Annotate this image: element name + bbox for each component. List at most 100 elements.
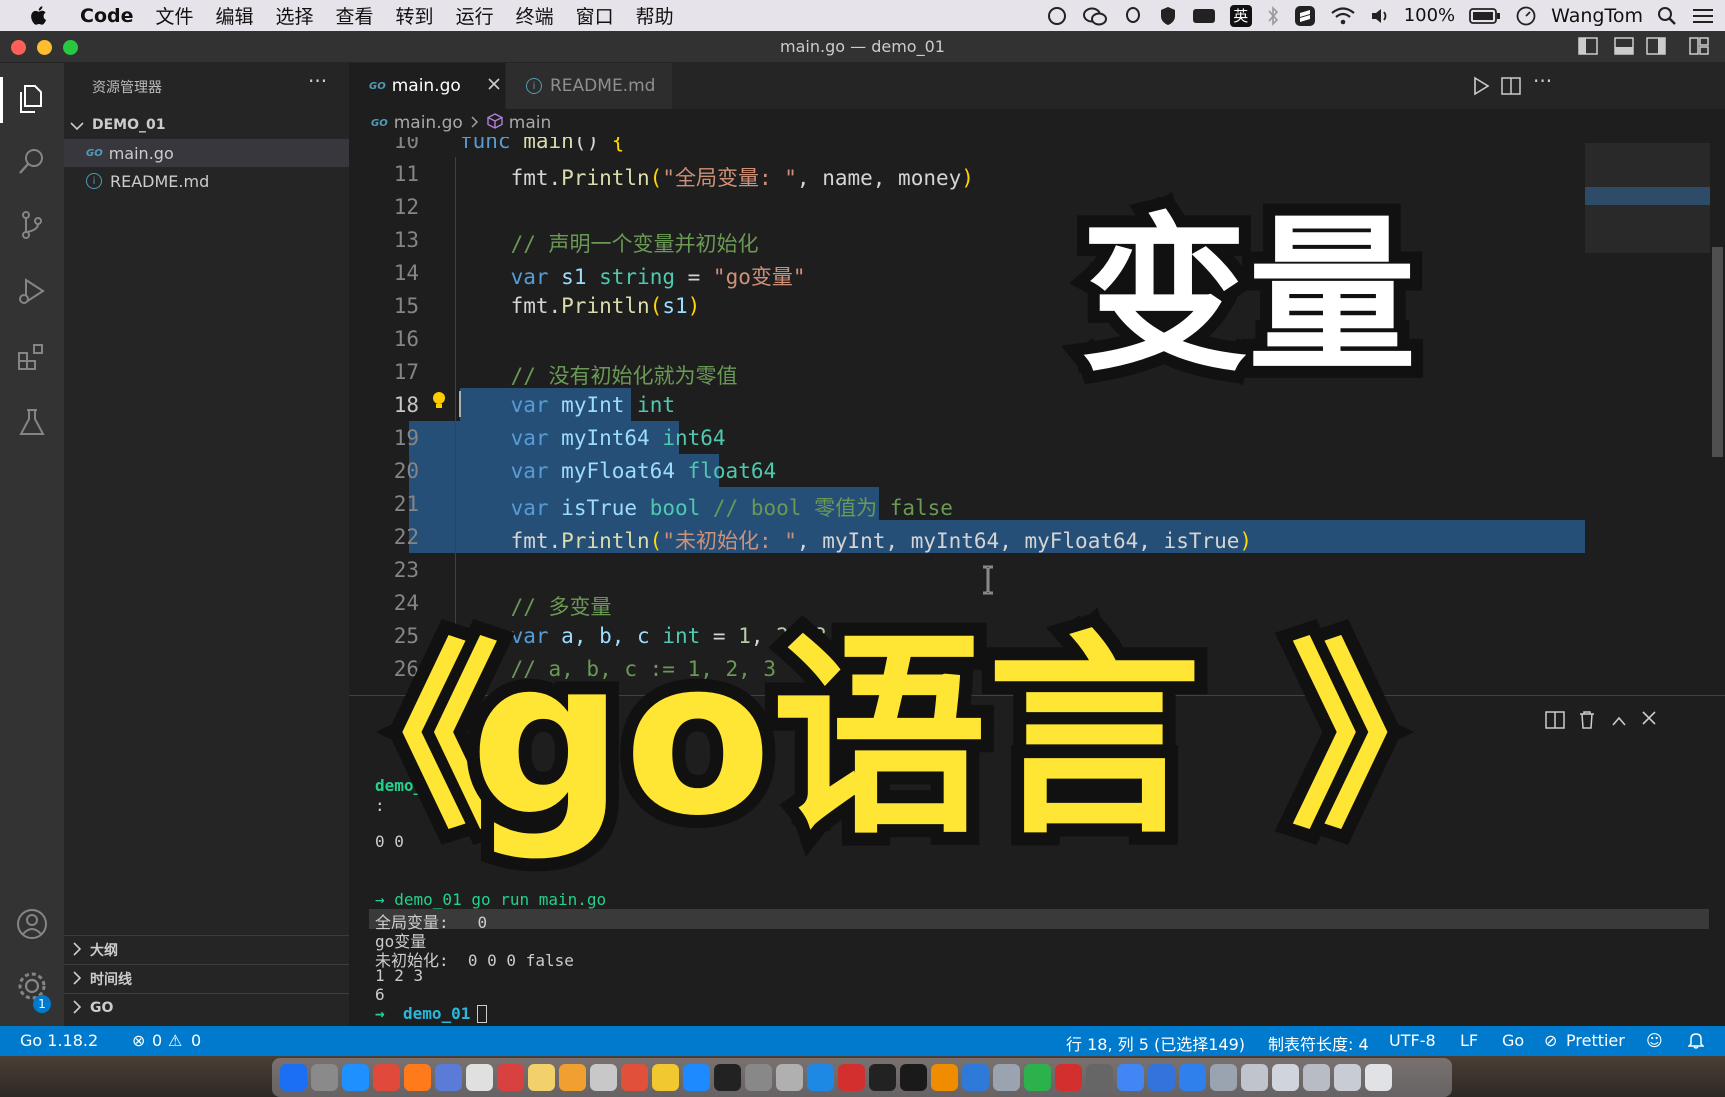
- breadcrumb-file[interactable]: main.go: [394, 113, 463, 133]
- file-item-main-go[interactable]: GO main.go: [64, 139, 349, 167]
- code-line[interactable]: 20 var myFloat64 float64: [349, 454, 1589, 487]
- code-line[interactable]: 21 var isTrue bool // bool 零值为 false: [349, 487, 1589, 520]
- feedback-icon[interactable]: ☺: [1646, 1031, 1663, 1050]
- dock-app-icon[interactable]: [1148, 1064, 1175, 1091]
- code-line[interactable]: 19 var myInt64 int64: [349, 421, 1589, 454]
- dock-app-icon[interactable]: [1086, 1064, 1113, 1091]
- dock-app-icon[interactable]: [838, 1064, 865, 1091]
- section-outline[interactable]: 大纲: [64, 936, 349, 964]
- prettier-check-icon[interactable]: ⊘: [1544, 1031, 1557, 1050]
- ime-indicator[interactable]: 英: [1229, 4, 1252, 27]
- dock-app-icon[interactable]: [1055, 1064, 1082, 1091]
- dock-app-icon[interactable]: [869, 1064, 896, 1091]
- sublime-icon[interactable]: [1294, 5, 1316, 27]
- dock-app-icon[interactable]: [497, 1064, 524, 1091]
- dock-app-icon[interactable]: [404, 1064, 431, 1091]
- dock-app-icon[interactable]: [1303, 1064, 1330, 1091]
- dock-app-icon[interactable]: [900, 1064, 927, 1091]
- toggle-sidebar-icon[interactable]: [1578, 37, 1598, 59]
- dock-app-icon[interactable]: [559, 1064, 586, 1091]
- battery-icon[interactable]: [1469, 7, 1501, 25]
- accounts-icon[interactable]: [14, 906, 50, 942]
- editor-scrollbar[interactable]: [1710, 137, 1725, 695]
- dock-app-icon[interactable]: [590, 1064, 617, 1091]
- dock-app-icon[interactable]: [466, 1064, 493, 1091]
- cursor-position[interactable]: 行 18, 列 5 (已选择149): [1066, 1031, 1245, 1055]
- tab-size[interactable]: 制表符长度: 4: [1268, 1031, 1369, 1055]
- code-line[interactable]: 23: [349, 553, 1589, 586]
- clock-icon[interactable]: [1515, 5, 1537, 27]
- dock-app-icon[interactable]: [1024, 1064, 1051, 1091]
- search-icon[interactable]: [14, 143, 50, 179]
- dock-app-icon[interactable]: [311, 1064, 338, 1091]
- code-line[interactable]: 10 func main() {: [349, 137, 1589, 157]
- dock-app-icon[interactable]: [745, 1064, 772, 1091]
- breadcrumb-symbol[interactable]: main: [509, 113, 551, 133]
- dock-app-icon[interactable]: [280, 1064, 307, 1091]
- user-name[interactable]: WangTom: [1551, 5, 1643, 27]
- split-terminal-icon[interactable]: [1545, 710, 1565, 734]
- dock-app-icon[interactable]: [1179, 1064, 1206, 1091]
- close-icon[interactable]: [487, 76, 501, 96]
- dock-app-icon[interactable]: [1272, 1064, 1299, 1091]
- more-actions-icon[interactable]: ···: [308, 69, 327, 93]
- openai-icon[interactable]: [1046, 5, 1068, 27]
- volume-icon[interactable]: [1370, 6, 1390, 26]
- code-line[interactable]: 11 fmt.Println("全局变量: ", name, money): [349, 157, 1589, 190]
- go-version[interactable]: Go 1.18.2: [20, 1031, 98, 1050]
- wechat-icon[interactable]: [1082, 5, 1108, 27]
- dock-app-icon[interactable]: [1334, 1064, 1361, 1091]
- dock-app-icon[interactable]: [1241, 1064, 1268, 1091]
- source-control-icon[interactable]: [14, 207, 50, 243]
- control-center-icon[interactable]: [1691, 6, 1715, 26]
- run-debug-icon[interactable]: [14, 273, 50, 309]
- shield-icon[interactable]: [1158, 5, 1178, 27]
- spotlight-search-icon[interactable]: [1657, 6, 1677, 26]
- close-panel-icon[interactable]: [1641, 710, 1657, 730]
- dock-app-icon[interactable]: [528, 1064, 555, 1091]
- run-file-icon[interactable]: [1472, 76, 1490, 100]
- dock-app-icon[interactable]: [1210, 1064, 1237, 1091]
- dock-app-icon[interactable]: [342, 1064, 369, 1091]
- menu-window[interactable]: 窗口: [576, 2, 614, 29]
- dock-app-icon[interactable]: [683, 1064, 710, 1091]
- dock-app-icon[interactable]: [962, 1064, 989, 1091]
- menu-view[interactable]: 查看: [336, 2, 374, 29]
- menu-go[interactable]: 转到: [396, 2, 434, 29]
- apple-icon[interactable]: [28, 5, 48, 27]
- dock-app-icon[interactable]: [1117, 1064, 1144, 1091]
- tab-main-go[interactable]: GO main.go: [349, 63, 505, 109]
- dock-app-icon[interactable]: [435, 1064, 462, 1091]
- minimap[interactable]: [1585, 137, 1710, 695]
- error-icon[interactable]: ⊗: [132, 1031, 145, 1050]
- dock-app-icon[interactable]: [373, 1064, 400, 1091]
- language-mode[interactable]: Go: [1502, 1031, 1524, 1050]
- lightbulb-icon[interactable]: [431, 390, 447, 417]
- warning-icon[interactable]: ⚠: [168, 1031, 182, 1050]
- error-count[interactable]: 0: [152, 1031, 162, 1050]
- menu-edit[interactable]: 编辑: [216, 2, 254, 29]
- dock-app-icon[interactable]: [714, 1064, 741, 1091]
- testing-icon[interactable]: [14, 405, 50, 441]
- menu-app-name[interactable]: Code: [80, 5, 133, 27]
- keyboard-icon[interactable]: [1192, 7, 1216, 25]
- dock-app-icon[interactable]: [807, 1064, 834, 1091]
- toggle-secondary-sidebar-icon[interactable]: [1646, 37, 1666, 59]
- dock-app-icon[interactable]: [776, 1064, 803, 1091]
- folder-demo01[interactable]: DEMO_01: [64, 111, 349, 139]
- extensions-icon[interactable]: [14, 339, 50, 375]
- tab-readme[interactable]: i README.md: [506, 63, 672, 109]
- menu-selection[interactable]: 选择: [276, 2, 314, 29]
- dock-app-icon[interactable]: [621, 1064, 648, 1091]
- explorer-icon[interactable]: [14, 81, 50, 117]
- editor-more-icon[interactable]: ···: [1533, 69, 1552, 93]
- wifi-icon[interactable]: [1330, 6, 1356, 26]
- dock-app-icon[interactable]: [931, 1064, 958, 1091]
- file-item-readme[interactable]: i README.md: [64, 167, 349, 195]
- dock-app-icon[interactable]: [993, 1064, 1020, 1091]
- menu-help[interactable]: 帮助: [636, 2, 674, 29]
- toggle-panel-icon[interactable]: [1614, 37, 1634, 59]
- dock-app-icon[interactable]: [1365, 1064, 1392, 1091]
- section-timeline[interactable]: 时间线: [64, 965, 349, 993]
- menu-file[interactable]: 文件: [155, 2, 193, 29]
